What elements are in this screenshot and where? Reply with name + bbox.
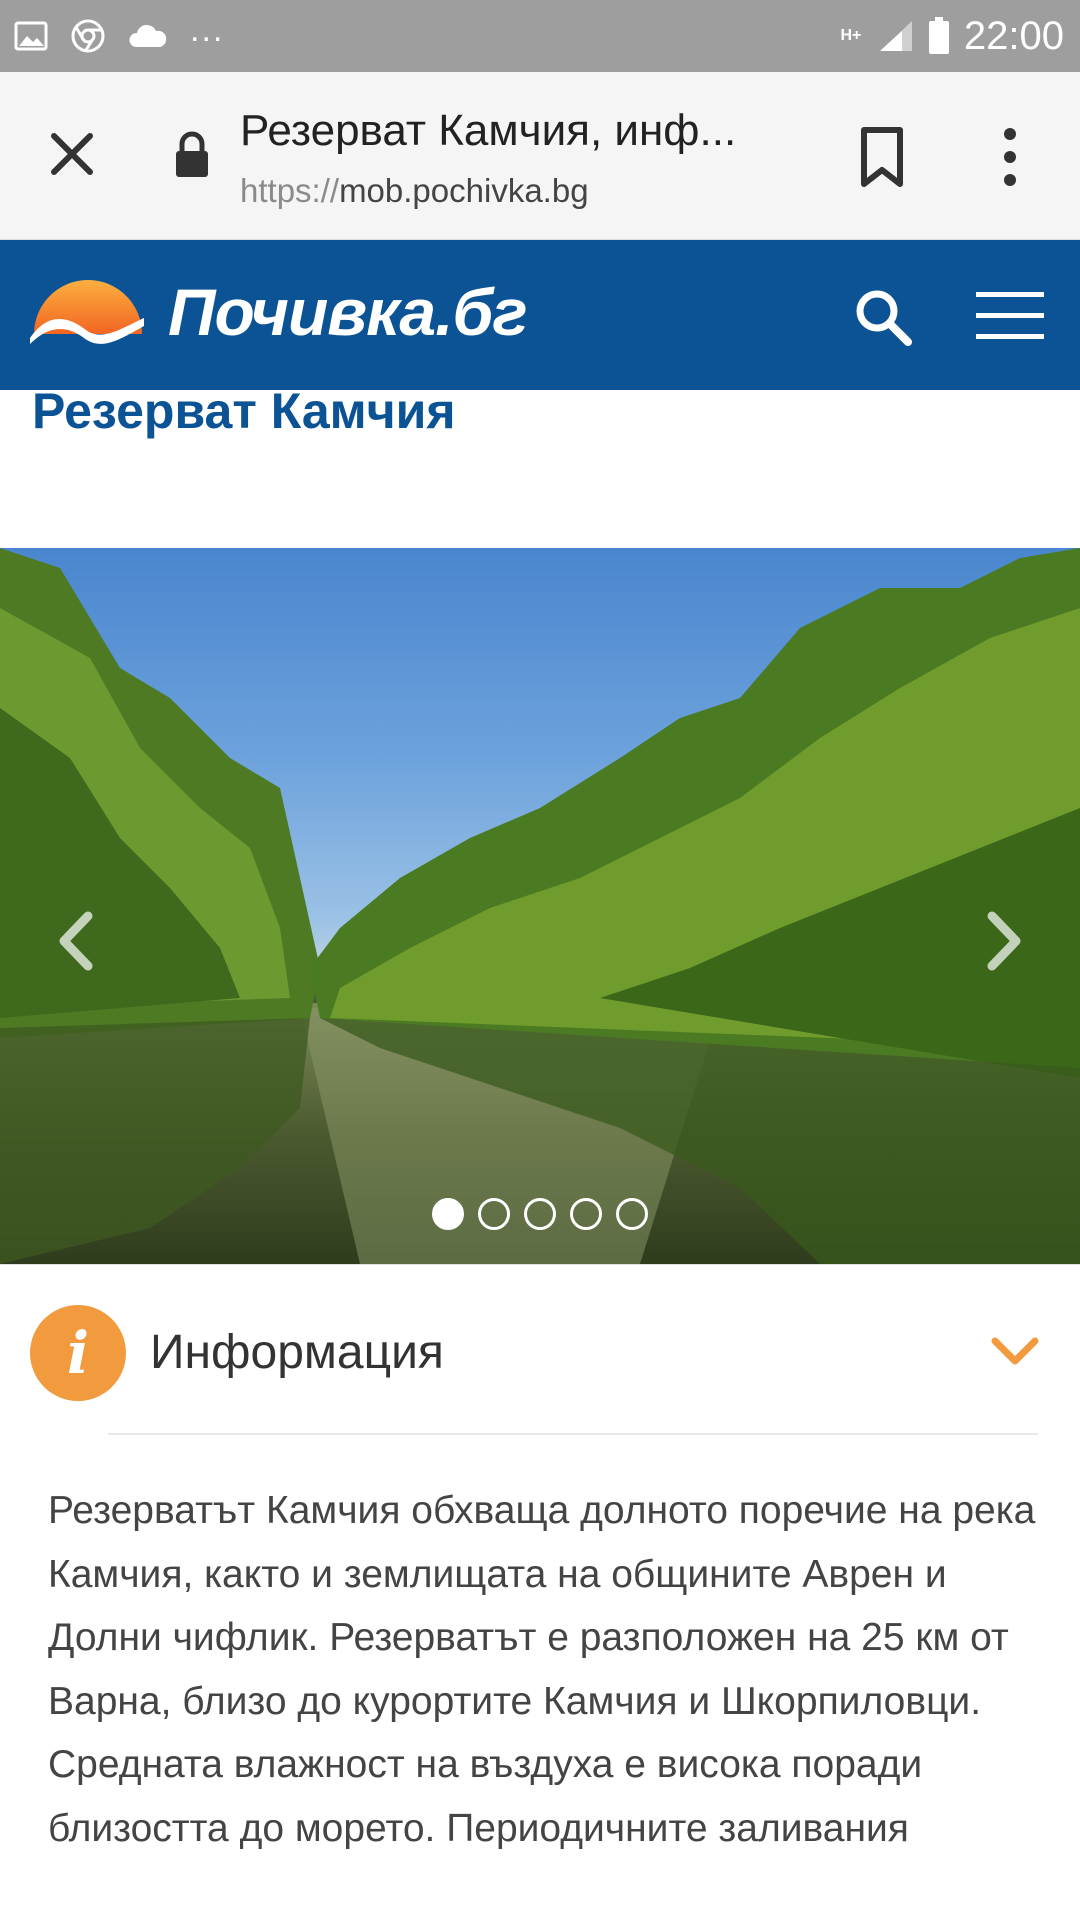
menu-button[interactable] (976, 290, 1044, 342)
info-heading[interactable]: Информация (150, 1325, 444, 1380)
overflow-menu-button[interactable] (990, 122, 1030, 192)
bookmark-button[interactable] (856, 124, 908, 190)
url-scheme: https:// (240, 172, 340, 209)
search-button[interactable] (852, 286, 914, 348)
lock-icon[interactable] (172, 130, 212, 180)
chevron-left-icon (59, 911, 93, 971)
page-title-in-toolbar[interactable]: Резерват Камчия, инф... (240, 106, 780, 156)
site-header: Почивка.бг (0, 240, 1080, 390)
logo-text[interactable]: Почивка.бг (168, 274, 528, 350)
clock: 22:00 (963, 13, 1064, 58)
status-left: ... (0, 13, 224, 54)
notification-overflow: ... (190, 11, 225, 49)
divider (108, 1433, 1038, 1435)
close-tab-button[interactable] (42, 124, 102, 184)
battery-icon (928, 17, 950, 55)
page-title: Резерват Камчия (32, 383, 456, 439)
gallery-photo (0, 548, 1080, 1264)
gallery-prev-button[interactable] (54, 910, 98, 972)
chevron-right-icon (987, 911, 1021, 971)
logo-icon[interactable] (28, 272, 148, 352)
url-host: mob.pochivka.bg (339, 172, 589, 209)
gallery-dot-2[interactable] (478, 1198, 510, 1230)
more-vert-icon (1004, 128, 1016, 186)
hamburger-icon (976, 292, 1044, 339)
info-toggle-button[interactable] (990, 1335, 1040, 1369)
status-bar: ... H+ 22:00 (0, 0, 1080, 72)
network-type-label: H+ (840, 27, 862, 44)
gallery-dot-3[interactable] (524, 1198, 556, 1230)
browser-toolbar: Резерват Камчия, инф... https://mob.poch… (0, 72, 1080, 240)
status-right: H+ 22:00 (838, 14, 1080, 59)
close-icon (51, 133, 93, 175)
gallery-dot-5[interactable] (616, 1198, 648, 1230)
search-icon (856, 290, 912, 346)
bookmark-icon (861, 127, 903, 187)
url-address[interactable]: https://mob.pochivka.bg (240, 172, 589, 210)
signal-icon (878, 19, 914, 53)
cloud-icon (128, 23, 168, 49)
photo-gallery[interactable] (0, 548, 1080, 1264)
chevron-down-icon (991, 1337, 1039, 1365)
chrome-icon (70, 18, 106, 54)
gallery-pagination (432, 1198, 648, 1230)
info-accordion: i Информация Резерватът Камчия обхваща д… (0, 1264, 1080, 1919)
info-text: Резерватът Камчия обхваща долното поречи… (48, 1489, 1036, 1850)
gallery-next-button[interactable] (982, 910, 1026, 972)
info-icon: i (30, 1305, 126, 1401)
gallery-icon (14, 21, 48, 51)
gallery-dot-4[interactable] (570, 1198, 602, 1230)
gallery-dot-1[interactable] (432, 1198, 464, 1230)
